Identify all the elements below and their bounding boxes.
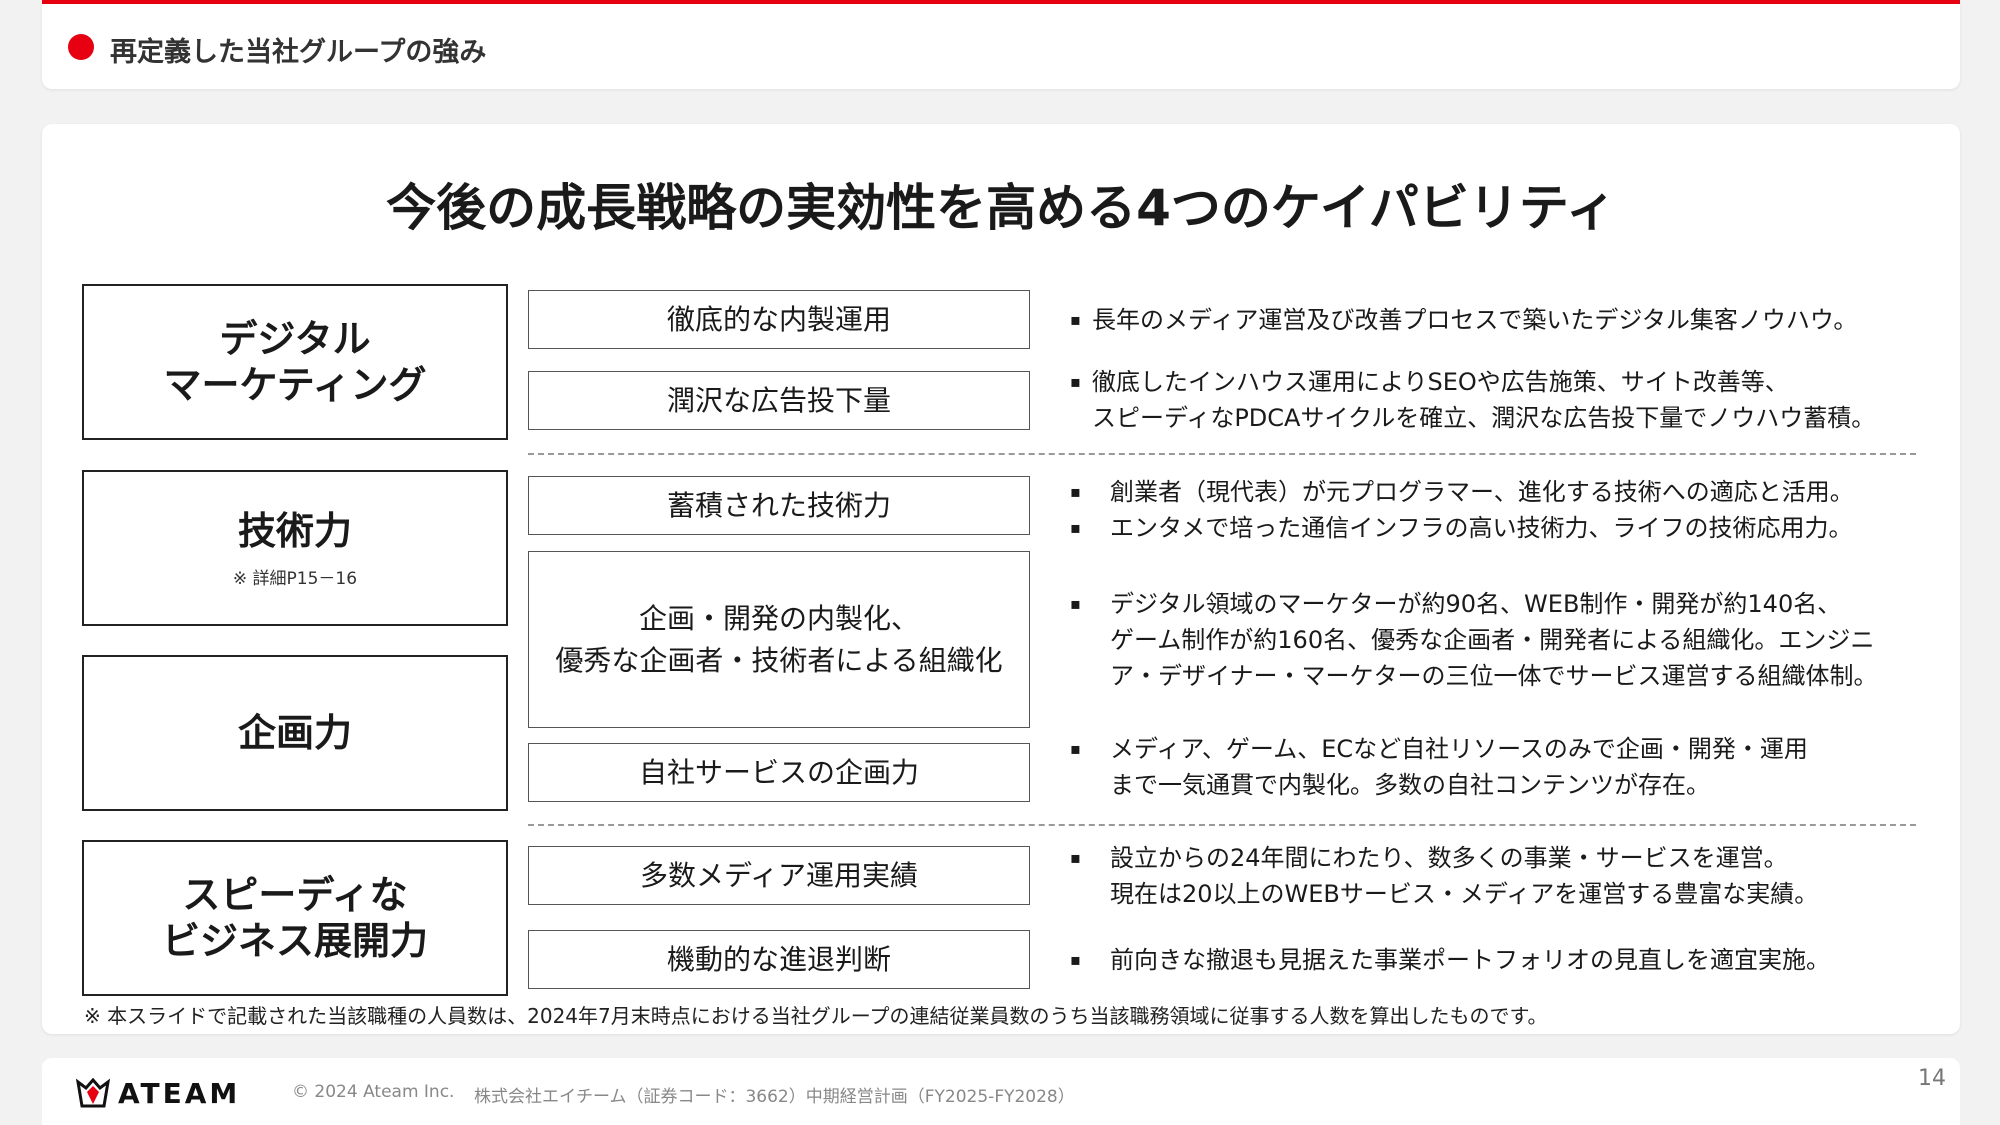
capability-note: ※ 詳細P15－16 xyxy=(232,568,358,589)
sub-item: 蓄積された技術力 xyxy=(528,476,1030,535)
description: ▪ 創業者（現代表）が元プログラマー、進化する技術への適応と活用。 xyxy=(1070,474,1854,510)
red-dot-icon xyxy=(68,34,94,60)
bullet-icon: ▪ xyxy=(1070,482,1081,501)
section-divider xyxy=(528,453,1916,455)
description: ▪ 設立からの24年間にわたり、数多くの事業・サービスを運営。 現在は20以上の… xyxy=(1070,840,1818,912)
capability-name: デジタル マーケティング xyxy=(163,317,427,407)
description: ▪ 長年のメディア運営及び改善プロセスで築いたデジタル集客ノウハウ。 xyxy=(1070,302,1857,338)
sub-item: 徹底的な内製運用 xyxy=(528,290,1030,349)
bullet-icon: ▪ xyxy=(1070,739,1081,758)
capability-planning: 企画力 xyxy=(82,655,508,811)
description: ▪ エンタメで培った通信インフラの高い技術力、ライフの技術応用力。 xyxy=(1070,510,1853,546)
bullet-icon: ▪ xyxy=(1070,594,1081,613)
ateam-logo: ATEAM xyxy=(76,1076,240,1110)
capability-technology: 技術力 ※ 詳細P15－16 xyxy=(82,470,508,626)
bullet-icon: ▪ xyxy=(1070,372,1081,391)
capability-speedy-business: スピーディな ビジネス展開力 xyxy=(82,840,508,996)
description: ▪ メディア、ゲーム、ECなど自社リソースのみで企画・開発・運用 まで一気通貫で… xyxy=(1070,731,1808,803)
slide-title: 今後の成長戦略の実効性を高める4つのケイパビリティ xyxy=(386,179,1616,237)
description: ▪ 徹底したインハウス運用によりSEOや広告施策、サイト改善等、 スピーディなP… xyxy=(1070,364,1875,436)
sub-item: 機動的な進退判断 xyxy=(528,930,1030,989)
bullet-icon: ▪ xyxy=(1070,310,1081,329)
bullet-icon: ▪ xyxy=(1070,518,1081,537)
copyright: © 2024 Ateam Inc. xyxy=(292,1082,455,1102)
capability-name: 技術力 xyxy=(237,508,352,553)
capability-name: 企画力 xyxy=(237,711,352,755)
content-card: 今後の成長戦略の実効性を高める4つのケイパビリティ デジタル マーケティング 技… xyxy=(42,124,1960,1034)
bullet-icon: ▪ xyxy=(1070,950,1081,969)
bullet-icon: ▪ xyxy=(1070,848,1081,867)
slide-header: 再定義した当社グループの強み xyxy=(42,4,1960,89)
company-info: 株式会社エイチーム（証券コード：3662）中期経営計画（FY2025-FY202… xyxy=(474,1087,1075,1107)
section-title: 再定義した当社グループの強み xyxy=(110,37,487,68)
description: ▪ デジタル領域のマーケターが約90名、WEB制作・開発が約140名、 ゲーム制… xyxy=(1070,586,1878,694)
logo-text: ATEAM xyxy=(118,1076,241,1110)
sub-item: 多数メディア運用実績 xyxy=(528,846,1030,905)
sub-item: 潤沢な広告投下量 xyxy=(528,371,1030,430)
capability-digital-marketing: デジタル マーケティング xyxy=(82,284,508,440)
sub-item: 企画・開発の内製化、 優秀な企画者・技術者による組織化 xyxy=(528,551,1030,728)
page-number: 14 xyxy=(1918,1066,1946,1091)
slide-footer: ATEAM © 2024 Ateam Inc. 株式会社エイチーム（証券コード：… xyxy=(42,1058,1960,1125)
capability-name: スピーディな ビジネス展開力 xyxy=(161,873,428,963)
description: ▪ 前向きな撤退も見据えた事業ポートフォリオの見直しを適宜実施。 xyxy=(1070,942,1830,978)
section-divider xyxy=(528,824,1916,826)
ateam-mark-icon xyxy=(76,1078,110,1108)
sub-item: 自社サービスの企画力 xyxy=(528,743,1030,802)
footnote: ※ 本スライドで記載された当該職種の人員数は、2024年7月末時点における当社グ… xyxy=(84,1004,1548,1028)
